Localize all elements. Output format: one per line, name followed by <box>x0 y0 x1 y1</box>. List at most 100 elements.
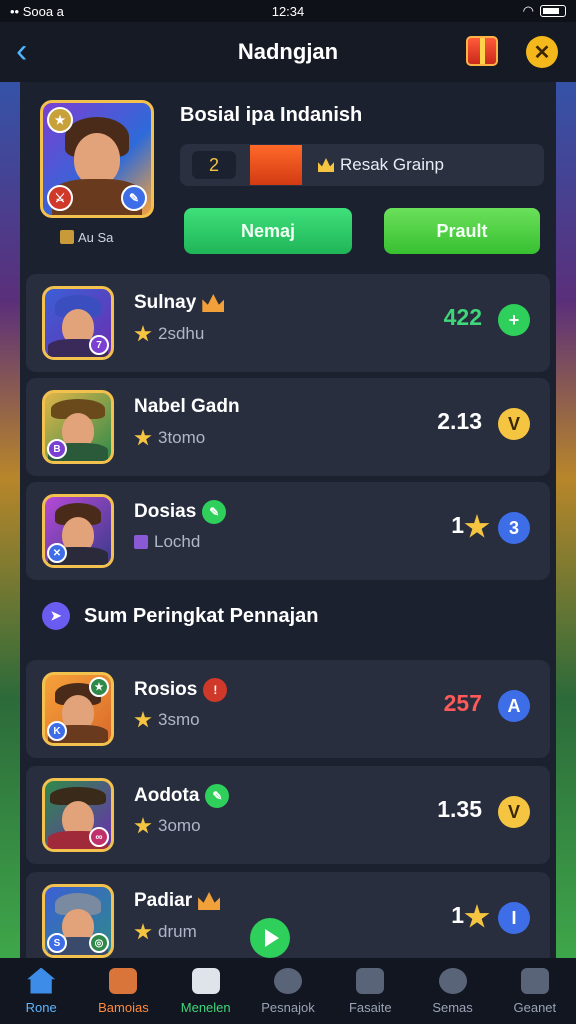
edit-icon: ✎ <box>202 500 227 524</box>
tab-friends[interactable]: Semas <box>411 958 493 1024</box>
player-badge-icon: B <box>47 439 67 459</box>
tab-label: Pesnajok <box>261 999 315 1015</box>
chest-icon <box>60 230 74 244</box>
crown-icon <box>318 158 334 172</box>
battery-icon <box>540 5 566 17</box>
crown-icon <box>198 892 221 910</box>
player-sub: 3omo <box>134 816 201 836</box>
gift-icon[interactable] <box>466 36 498 66</box>
clock: 12:34 <box>271 3 305 19</box>
hero-progress-fill <box>250 145 302 185</box>
star-icon <box>134 325 152 342</box>
player-sub-text: 3tomo <box>158 428 206 447</box>
player-name: Aodota ✎ <box>134 784 230 808</box>
player-portrait: 7 <box>42 286 114 360</box>
hero-stat-label: Resak Grainp <box>340 155 444 174</box>
player-badge-icon: K <box>47 721 67 741</box>
star-icon <box>134 817 152 834</box>
tab-profile[interactable]: Geanet <box>494 958 576 1024</box>
player-badge-icon: ∞ <box>89 827 109 847</box>
tab-battles[interactable]: Bamoias <box>82 958 164 1024</box>
player-name-text: Aodota <box>134 785 200 806</box>
list-item[interactable]: S ◎ Padiar drum 1 I <box>26 872 550 970</box>
hero-left-button[interactable]: Nemaj <box>184 208 352 254</box>
player-name-text: Nabel Gadn <box>134 396 240 417</box>
player-badge-2-icon: ◎ <box>89 933 109 953</box>
tab-messages[interactable]: Menelen <box>165 958 247 1024</box>
tag-icon <box>134 535 148 549</box>
edit-icon <box>356 967 385 994</box>
hero-portrait[interactable]: ★ ⚔ ✎ <box>40 100 154 218</box>
list-item[interactable]: B Nabel Gadn 3tomo 2.13 V <box>26 378 550 476</box>
player-portrait: ✕ <box>42 494 114 568</box>
top-bar: ‹ Nadngjan ✕ <box>0 22 576 82</box>
tab-label: Bamoias <box>98 999 149 1015</box>
back-button[interactable]: ‹ <box>16 34 46 70</box>
tab-home[interactable]: Rone <box>0 958 82 1024</box>
boost-button[interactable]: A <box>498 690 530 722</box>
stadium-right-decoration <box>554 80 576 964</box>
player-sub: Lochd <box>134 532 200 552</box>
star-icon <box>134 429 152 446</box>
close-button[interactable]: ✕ <box>526 36 558 68</box>
sword-icon <box>109 967 138 994</box>
player-sub-text: 3omo <box>158 816 201 835</box>
player-portrait: ∞ <box>42 778 114 852</box>
tab-label: Semas <box>432 999 473 1015</box>
player-top-badge-icon: ★ <box>89 677 109 697</box>
vote-button[interactable]: V <box>498 796 530 828</box>
player-name: Sulnay <box>134 292 225 314</box>
player-portrait: K ★ <box>42 672 114 746</box>
player-name: Rosios ! <box>134 678 228 702</box>
rank-button[interactable]: 3 <box>498 512 530 544</box>
play-button[interactable] <box>250 918 290 958</box>
hero-title: Bosial ipa Indanish <box>180 104 363 126</box>
player-name: Dosias ✎ <box>134 500 227 524</box>
list-item[interactable]: ✕ Dosias ✎ Lochd 1 3 <box>26 482 550 580</box>
tab-label: Geanet <box>513 999 557 1015</box>
hero-tag: Au Sa <box>60 226 134 248</box>
player-badge-icon: 7 <box>89 335 109 355</box>
section-arrow-icon: ➤ <box>42 602 70 630</box>
player-name: Padiar <box>134 890 221 912</box>
player-sub-text: Lochd <box>154 532 201 551</box>
player-portrait: S ◎ <box>42 884 114 958</box>
star-icon <box>464 904 490 928</box>
player-score: 422 <box>443 304 482 330</box>
tab-rank[interactable]: Pesnajok <box>247 958 329 1024</box>
list-item[interactable]: 7 Sulnay 2sdhu 422 + <box>26 274 550 372</box>
player-name: Nabel Gadn <box>134 396 240 418</box>
player-sub-text: 2sdhu <box>158 324 205 343</box>
player-portrait: B <box>42 390 114 464</box>
vote-button[interactable]: V <box>498 408 530 440</box>
player-score: 257 <box>443 690 482 716</box>
tab-label: Rone <box>25 999 57 1015</box>
alert-icon: ! <box>203 678 228 702</box>
add-button[interactable]: + <box>498 304 530 336</box>
home-icon <box>27 967 56 994</box>
player-name-text: Sulnay <box>134 292 197 313</box>
list-item[interactable]: ∞ Aodota ✎ 3omo 1.35 V <box>26 766 550 864</box>
player-score: 2.13 <box>437 408 482 434</box>
hero-edit-badge-icon: ✎ <box>121 185 147 211</box>
tab-label: Menelen <box>180 999 231 1015</box>
bottom-tab-bar: Rone Bamoias Menelen Pesnajok Fasaite Se… <box>0 958 576 1024</box>
hero-face <box>74 133 120 185</box>
player-sub-text: 3smo <box>158 710 200 729</box>
page-title: Nadngjan <box>237 39 339 64</box>
edit-icon: ✎ <box>205 784 230 808</box>
player-badge-icon: ✕ <box>47 543 67 563</box>
chat-icon <box>191 967 220 994</box>
tab-favorite[interactable]: Fasaite <box>329 958 411 1024</box>
player-sub: 3tomo <box>134 428 205 448</box>
player-sub: 2sdhu <box>134 324 204 344</box>
hero-attack-badge-icon: ⚔ <box>47 185 73 211</box>
player-score: 1.35 <box>437 796 482 822</box>
shield-icon <box>273 967 302 994</box>
info-button[interactable]: I <box>498 902 530 934</box>
hero-right-button[interactable]: Prault <box>384 208 540 254</box>
list-item[interactable]: K ★ Rosios ! 3smo 257 A <box>26 660 550 758</box>
star-icon <box>134 923 152 940</box>
player-name-text: Rosios <box>134 679 198 700</box>
player-sub-text: drum <box>158 922 197 941</box>
